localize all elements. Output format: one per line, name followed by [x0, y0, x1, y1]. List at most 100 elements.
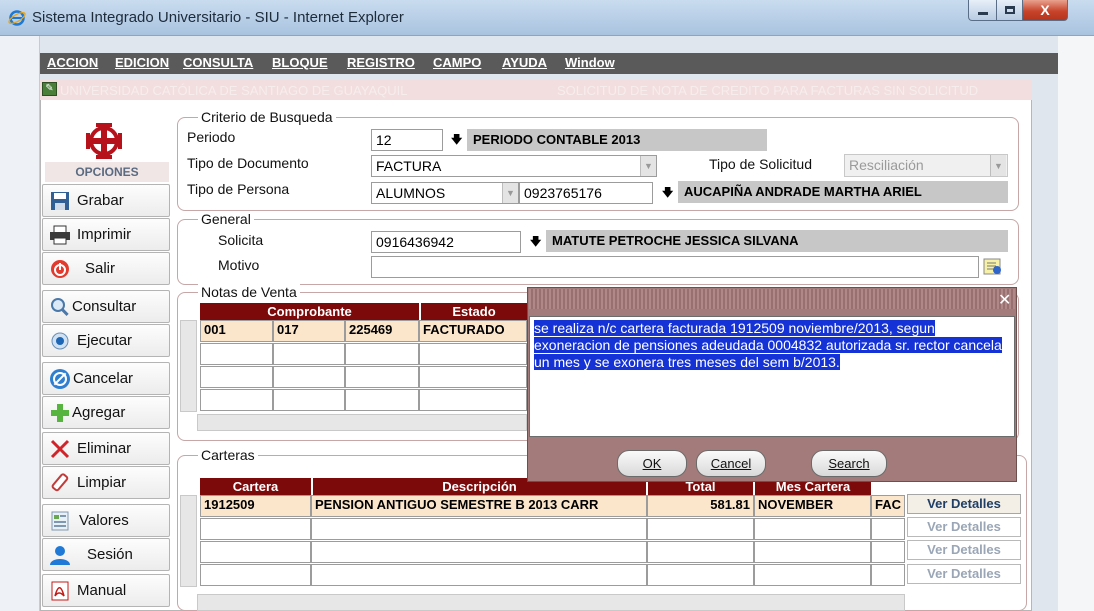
persona-lov-icon[interactable]: 🡇	[662, 184, 673, 203]
dialog-textarea[interactable]: se realiza n/c cartera facturada 1912509…	[529, 316, 1015, 437]
agregar-button[interactable]: Agregar	[42, 396, 170, 429]
magnifier-icon	[49, 296, 71, 318]
maximize-button[interactable]	[996, 0, 1023, 21]
limpiar-label: Limpiar	[77, 474, 127, 491]
menu-campo[interactable]: CAMPO	[433, 55, 481, 70]
ver-detalles-button[interactable]: Ver Detalles	[907, 517, 1021, 537]
imprimir-label: Imprimir	[77, 226, 132, 243]
carteras-empty-cell[interactable]	[647, 518, 754, 540]
menu-ayuda[interactable]: AYUDA	[502, 55, 547, 70]
close-icon: X	[1040, 2, 1050, 18]
limpiar-button[interactable]: Limpiar	[42, 466, 170, 499]
persona-id-input[interactable]: 0923765176	[519, 182, 653, 204]
carteras-empty-cell[interactable]	[754, 541, 871, 563]
carteras-horizontal-scrollbar[interactable]	[197, 594, 905, 611]
carteras-vertical-scrollbar[interactable]	[180, 495, 197, 587]
tipo-solicitud-chevron-down-icon[interactable]: ▼	[990, 155, 1006, 176]
notas-empty-cell[interactable]	[273, 366, 345, 388]
periodo-lov-icon[interactable]: 🡇	[451, 131, 462, 150]
grabar-button[interactable]: Grabar	[42, 184, 170, 217]
carteras-empty-cell[interactable]	[200, 518, 311, 540]
menu-bloque[interactable]: BLOQUE	[272, 55, 328, 70]
menu-edicion[interactable]: EDICION	[115, 55, 169, 70]
ver-detalles-button[interactable]: Ver Detalles	[907, 540, 1021, 560]
notas-empty-cell[interactable]	[419, 343, 527, 365]
menu-accion[interactable]: ACCION	[47, 55, 98, 70]
manual-button[interactable]: Manual	[42, 574, 170, 607]
notas-cell-punto[interactable]: 017	[273, 320, 345, 342]
options-header: OPCIONES	[45, 162, 169, 182]
notas-empty-cell[interactable]	[419, 389, 527, 411]
close-window-button[interactable]: X	[1022, 0, 1068, 21]
search-button[interactable]: Search	[811, 450, 887, 477]
carteras-empty-cell[interactable]	[200, 564, 311, 586]
ok-button[interactable]: OK	[617, 450, 687, 477]
notas-empty-cell[interactable]	[273, 389, 345, 411]
imprimir-button[interactable]: Imprimir	[42, 218, 170, 251]
salir-label: Salir	[85, 260, 116, 277]
notas-empty-cell[interactable]	[345, 366, 419, 388]
carteras-empty-cell[interactable]	[871, 541, 905, 563]
ejecutar-button[interactable]: Ejecutar	[42, 324, 170, 357]
periodo-input[interactable]: 12	[371, 129, 443, 151]
tipo-persona-select[interactable]: ALUMNOS	[371, 182, 519, 204]
notas-empty-cell[interactable]	[200, 343, 273, 365]
valores-button[interactable]: Valores	[42, 504, 170, 537]
carteras-empty-cell[interactable]	[871, 564, 905, 586]
notas-empty-cell[interactable]	[419, 366, 527, 388]
notas-empty-cell[interactable]	[345, 389, 419, 411]
notas-cell-serie[interactable]: 001	[200, 320, 273, 342]
notas-vertical-scrollbar[interactable]	[180, 320, 197, 412]
cartera-cell[interactable]: 1912509	[200, 495, 311, 517]
tipo-documento-select[interactable]: FACTURA	[371, 155, 657, 177]
agregar-label: Agregar	[72, 404, 126, 421]
notas-cell-estado[interactable]: FACTURADO	[419, 320, 527, 342]
tipo-cell[interactable]: FAC	[871, 495, 905, 517]
solicita-lov-icon[interactable]: 🡇	[530, 233, 541, 252]
carteras-empty-cell[interactable]	[647, 541, 754, 563]
carteras-empty-cell[interactable]	[200, 541, 311, 563]
menu-consulta[interactable]: CONSULTA	[183, 55, 253, 70]
consultar-button[interactable]: Consultar	[42, 290, 170, 323]
total-cell[interactable]: 581.81	[647, 495, 754, 517]
edit-text-icon[interactable]	[983, 257, 1003, 277]
ejecutar-label: Ejecutar	[77, 332, 133, 349]
cancelar-label: Cancelar	[73, 370, 134, 387]
descripcion-cell[interactable]: PENSION ANTIGUO SEMESTRE B 2013 CARR	[311, 495, 647, 517]
menu-registro[interactable]: REGISTRO	[347, 55, 415, 70]
ver-detalles-button[interactable]: Ver Detalles	[907, 564, 1021, 584]
tipo-solicitud-label: Tipo de Solicitud	[709, 156, 812, 172]
cancelar-button[interactable]: Cancelar	[42, 362, 170, 395]
mes-cartera-cell[interactable]: NOVEMBER	[754, 495, 871, 517]
motivo-input[interactable]	[371, 256, 979, 278]
notas-cell-numero[interactable]: 225469	[345, 320, 419, 342]
sesion-button[interactable]: Sesión	[42, 538, 170, 571]
ver-detalles-button[interactable]: Ver Detalles	[907, 494, 1021, 514]
carteras-empty-cell[interactable]	[311, 518, 647, 540]
tipo-documento-chevron-down-icon[interactable]: ▼	[640, 156, 656, 176]
eliminar-button[interactable]: Eliminar	[42, 432, 170, 465]
notas-horizontal-scrollbar[interactable]	[197, 414, 527, 431]
carteras-empty-cell[interactable]	[311, 564, 647, 586]
tipo-persona-chevron-down-icon[interactable]: ▼	[502, 183, 518, 203]
cancel-button[interactable]: Cancel	[696, 450, 766, 477]
carteras-empty-cell[interactable]	[311, 541, 647, 563]
carteras-empty-cell[interactable]	[754, 564, 871, 586]
window-title: Sistema Integrado Universitario - SIU - …	[32, 9, 404, 26]
notas-empty-cell[interactable]	[200, 389, 273, 411]
dialog-titlebar[interactable]	[529, 289, 1015, 309]
minimize-button[interactable]	[968, 0, 997, 21]
dialog-close-icon[interactable]: ✕	[998, 290, 1011, 310]
execute-icon	[49, 330, 71, 352]
carteras-empty-cell[interactable]	[871, 518, 905, 540]
notas-empty-cell[interactable]	[273, 343, 345, 365]
carteras-legend: Carteras	[198, 447, 258, 463]
salir-button[interactable]: Salir	[42, 252, 170, 285]
notas-empty-cell[interactable]	[345, 343, 419, 365]
carteras-empty-cell[interactable]	[754, 518, 871, 540]
carteras-empty-cell[interactable]	[647, 564, 754, 586]
notas-empty-cell[interactable]	[200, 366, 273, 388]
solicita-id-input[interactable]: 0916436942	[371, 231, 521, 253]
menu-window[interactable]: Window	[565, 55, 615, 70]
tipo-solicitud-select[interactable]: Resciliación	[844, 154, 1008, 177]
